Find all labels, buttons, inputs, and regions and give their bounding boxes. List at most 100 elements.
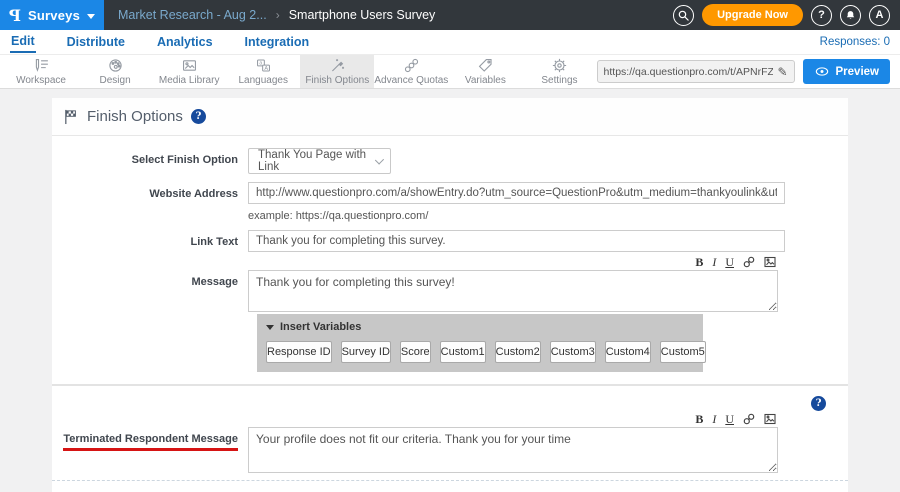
- workspace-icon: [33, 57, 50, 74]
- responses-count[interactable]: Responses: 0: [820, 36, 900, 48]
- gear-icon: [551, 57, 568, 74]
- finish-flag-icon: [63, 108, 79, 125]
- section-divider: [52, 384, 848, 386]
- terminated-message-textarea[interactable]: Your profile does not fit our criteria. …: [248, 427, 778, 473]
- variable-button-custom2[interactable]: Custom2: [495, 341, 541, 363]
- page-title: Finish Options: [87, 108, 183, 125]
- finish-options-panel: Finish Options ? Select Finish Option Th…: [52, 98, 848, 492]
- insert-variables-buttons: Response ID Survey ID Score Custom1 Cust…: [266, 341, 694, 363]
- notifications-button[interactable]: [840, 5, 861, 26]
- toolbar-item-design[interactable]: Design: [78, 55, 152, 88]
- toolbar-item-finish-options[interactable]: Finish Options: [300, 55, 374, 88]
- terminated-help-icon[interactable]: ?: [811, 396, 826, 411]
- toolbar-item-label: Languages: [238, 75, 288, 86]
- finish-option-select[interactable]: Thank You Page with Link: [248, 148, 391, 174]
- link-icon[interactable]: [743, 413, 755, 425]
- variable-button-response-id[interactable]: Response ID: [266, 341, 332, 363]
- toolbar-item-languages[interactable]: a A Languages: [226, 55, 300, 88]
- italic-button[interactable]: I: [712, 256, 716, 268]
- finish-option-row: Select Finish Option Thank You Page with…: [52, 148, 848, 174]
- link-text-input[interactable]: [248, 230, 785, 252]
- insert-variables-panel: Insert Variables Response ID Survey ID S…: [257, 314, 703, 372]
- svg-text:A: A: [264, 66, 268, 72]
- terminated-format-toolbar: B I U: [248, 411, 778, 426]
- bold-button[interactable]: B: [695, 256, 703, 268]
- toolbar-item-label: Design: [100, 75, 131, 86]
- edit-toolbar: Workspace Design Media Library a A Langu…: [0, 55, 900, 89]
- help-button[interactable]: ?: [811, 5, 832, 26]
- variable-button-survey-id[interactable]: Survey ID: [341, 341, 391, 363]
- dotted-divider: [52, 480, 848, 481]
- terminated-message-label-wrap: Terminated Respondent Message: [52, 411, 238, 473]
- account-avatar[interactable]: A: [869, 5, 890, 26]
- search-button[interactable]: [673, 5, 694, 26]
- breadcrumb-folder[interactable]: Market Research - Aug 2...: [118, 8, 267, 22]
- message-row: Message B I U Thank you for completing t…: [52, 254, 848, 312]
- panel-header: Finish Options ?: [52, 98, 848, 136]
- product-name: Surveys: [28, 8, 80, 23]
- bold-button[interactable]: B: [695, 413, 703, 425]
- tag-icon: [477, 57, 494, 74]
- toolbar-item-variables[interactable]: Variables: [448, 55, 522, 88]
- caret-down-icon: [266, 325, 274, 330]
- wand-icon: [329, 57, 346, 74]
- variable-button-custom4[interactable]: Custom4: [605, 341, 651, 363]
- underline-button[interactable]: U: [725, 413, 734, 425]
- website-address-input[interactable]: [248, 182, 785, 204]
- toolbar-right: ✎ Preview: [597, 55, 900, 88]
- survey-url-input[interactable]: [604, 66, 774, 78]
- module-nav: Edit Distribute Analytics Integration Re…: [0, 30, 900, 55]
- link-text-label: Link Text: [52, 230, 238, 252]
- translate-icon: a A: [255, 57, 272, 74]
- tab-edit[interactable]: Edit: [10, 31, 36, 53]
- variable-button-score[interactable]: Score: [400, 341, 431, 363]
- variable-button-custom3[interactable]: Custom3: [550, 341, 596, 363]
- variable-button-custom1[interactable]: Custom1: [440, 341, 486, 363]
- insert-variables-toggle[interactable]: Insert Variables: [266, 321, 694, 333]
- terminated-message-label: Terminated Respondent Message: [63, 433, 238, 451]
- palette-icon: [107, 57, 124, 74]
- message-textarea[interactable]: Thank you for completing this survey!: [248, 270, 778, 312]
- surveys-product-switcher[interactable]: P Surveys: [0, 0, 104, 30]
- finish-options-help-icon[interactable]: ?: [191, 109, 206, 124]
- chevron-right-icon: ›: [276, 8, 280, 22]
- breadcrumb-survey-name[interactable]: Smartphone Users Survey: [289, 8, 436, 22]
- message-format-toolbar: B I U: [248, 254, 778, 269]
- svg-text:a: a: [259, 61, 262, 67]
- chain-icon: [403, 57, 420, 74]
- insert-variables-title: Insert Variables: [280, 321, 361, 333]
- finish-option-label: Select Finish Option: [52, 148, 238, 174]
- main-content: Finish Options ? Select Finish Option Th…: [0, 89, 900, 492]
- variable-button-custom5[interactable]: Custom5: [660, 341, 706, 363]
- website-address-label: Website Address: [52, 182, 238, 222]
- toolbar-item-label: Finish Options: [305, 75, 369, 86]
- search-icon: [677, 9, 690, 22]
- website-address-row: Website Address example: https://qa.ques…: [52, 182, 848, 222]
- tab-distribute[interactable]: Distribute: [66, 32, 126, 52]
- avatar-initial: A: [876, 9, 884, 21]
- tab-integration[interactable]: Integration: [244, 32, 311, 52]
- insert-image-icon[interactable]: [764, 256, 776, 268]
- toolbar-item-advance-quotas[interactable]: Advance Quotas: [374, 55, 448, 88]
- toolbar-item-workspace[interactable]: Workspace: [4, 55, 78, 88]
- top-header: P Surveys Market Research - Aug 2... › S…: [0, 0, 900, 30]
- breadcrumb: Market Research - Aug 2... › Smartphone …: [118, 8, 435, 22]
- chevron-down-icon: [375, 155, 384, 164]
- edit-url-icon[interactable]: ✎: [777, 65, 787, 79]
- bell-icon: [844, 9, 857, 22]
- italic-button[interactable]: I: [712, 413, 716, 425]
- upgrade-now-button[interactable]: Upgrade Now: [702, 4, 803, 26]
- preview-button[interactable]: Preview: [803, 59, 890, 84]
- finish-option-selected-value: Thank You Page with Link: [258, 149, 375, 173]
- link-icon[interactable]: [743, 256, 755, 268]
- underline-button[interactable]: U: [725, 256, 734, 268]
- link-text-row: Link Text: [52, 230, 848, 252]
- tab-analytics[interactable]: Analytics: [156, 32, 214, 52]
- toolbar-item-settings[interactable]: Settings: [522, 55, 596, 88]
- question-icon: ?: [818, 9, 825, 21]
- preview-label: Preview: [836, 66, 879, 78]
- toolbar-item-media-library[interactable]: Media Library: [152, 55, 226, 88]
- insert-image-icon[interactable]: [764, 413, 776, 425]
- toolbar-item-label: Workspace: [16, 75, 66, 86]
- finish-options-form: Select Finish Option Thank You Page with…: [52, 136, 848, 492]
